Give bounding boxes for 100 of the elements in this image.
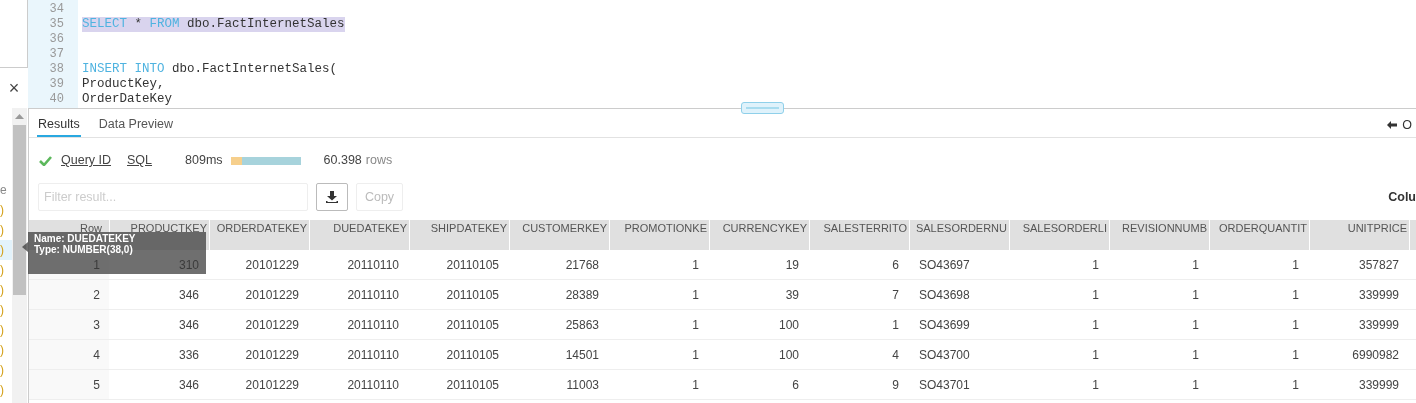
table-cell-text: 20110105 xyxy=(445,376,500,394)
column-header[interactable]: REVISIONNUMB xyxy=(1109,220,1209,250)
close-button[interactable]: × xyxy=(8,79,20,97)
table-cell-text: 11003 xyxy=(565,376,600,394)
table-cell-text: 4 xyxy=(891,346,900,364)
table-cell-text: 6 xyxy=(891,256,900,274)
row-number: 5 xyxy=(29,370,109,399)
column-header[interactable]: PROMOTIONKE xyxy=(609,220,709,250)
scrollbar[interactable] xyxy=(12,108,27,403)
table-cell-text: SO43699 xyxy=(918,316,971,334)
check-icon xyxy=(39,155,52,166)
row-number: 3 xyxy=(29,310,109,339)
column-header[interactable]: ORDERQUANTIT xyxy=(1209,220,1309,250)
download-button[interactable] xyxy=(316,183,348,211)
table-cell-text: 20110110 xyxy=(346,376,400,394)
table-cell-text: 1 xyxy=(1291,286,1300,304)
table-cell-text: 336 xyxy=(177,346,200,364)
table-cell-text: SO43701 xyxy=(918,376,971,394)
table-cell-text: 1 xyxy=(1091,346,1100,364)
table-cell-text: 1 xyxy=(691,316,700,334)
table-cell-text: 1 xyxy=(1091,316,1100,334)
table-cell-text: 1 xyxy=(1191,346,1200,364)
table-cell-text: 20110105 xyxy=(445,346,500,364)
table-cell-text: 6 xyxy=(791,376,800,394)
table-cell-text: 20110110 xyxy=(346,286,400,304)
table-cell-text: 357827 xyxy=(1357,256,1400,274)
table-cell-text: 20101229 xyxy=(244,346,300,364)
table-cell-text: 21768 xyxy=(564,256,600,274)
columns-label[interactable]: Colu xyxy=(1388,188,1416,207)
results-tab[interactable]: Data Preview xyxy=(97,113,175,137)
column-header[interactable]: UNITPRICE xyxy=(1309,220,1409,250)
table-cell-text: 1 xyxy=(891,316,900,334)
table-cell-text: 339999 xyxy=(1357,316,1400,334)
column-header[interactable]: DUEDATEKEY xyxy=(309,220,409,250)
table-cell-text: 339999 xyxy=(1357,376,1400,394)
table-cell-text: 346 xyxy=(177,286,200,304)
table-cell-text: 1 xyxy=(1291,346,1300,364)
table-cell-text: 1 xyxy=(1191,286,1200,304)
table-cell-text: 19 xyxy=(784,256,800,274)
table-cell-text: SO43700 xyxy=(918,346,971,364)
column-header[interactable]: SHIPDATEKEY xyxy=(409,220,509,250)
table-cell-text: 20110105 xyxy=(445,286,500,304)
line-number: 39 xyxy=(49,77,64,92)
table-cell-text: 1 xyxy=(1091,256,1100,274)
row-count: 60.398 xyxy=(323,152,362,170)
column-header[interactable]: SALESORDERNU xyxy=(909,220,1009,250)
table-cell-text: 6990982 xyxy=(1351,346,1400,364)
table-cell-text: 28389 xyxy=(564,286,600,304)
table-cell-text: 1 xyxy=(1091,286,1100,304)
line-number: 38 xyxy=(49,62,64,77)
table-cell-text: 1 xyxy=(691,286,700,304)
panel-item[interactable]: e xyxy=(0,180,12,200)
code-line: INSERT INTO dbo.FactInternetSales( xyxy=(82,62,338,77)
table-cell-text: 20110110 xyxy=(346,316,400,334)
column-header[interactable]: CURRENCYKEY xyxy=(709,220,809,250)
resize-handle[interactable] xyxy=(741,102,784,114)
table-cell-text: 100 xyxy=(777,346,800,364)
table-cell-text: 20101229 xyxy=(244,256,300,274)
row-number: 2 xyxy=(29,280,109,309)
sql-link[interactable]: SQL xyxy=(127,151,153,170)
query-id-link[interactable]: Query ID xyxy=(61,151,111,170)
table-cell-text: SO43697 xyxy=(918,256,971,274)
row-number: 4 xyxy=(29,340,109,369)
line-number: 34 xyxy=(49,2,64,17)
scroll-up-icon[interactable] xyxy=(15,113,24,119)
duration: 809ms xyxy=(185,152,223,170)
table-cell-text: 7 xyxy=(891,286,900,304)
code-line: ProductKey, xyxy=(82,77,165,92)
results-tab[interactable]: Results xyxy=(37,113,81,137)
table-cell-text: 1 xyxy=(1291,256,1300,274)
column-header[interactable]: SALESORDERLI xyxy=(1009,220,1109,250)
table-cell-text: 1 xyxy=(1191,256,1200,274)
table-cell-text: 39 xyxy=(784,286,800,304)
column-header[interactable]: SALESTERRITO xyxy=(809,220,909,250)
table-cell-text: 1 xyxy=(691,376,700,394)
arrow-left-icon[interactable] xyxy=(1387,121,1398,129)
action-label[interactable]: O xyxy=(1402,115,1412,135)
line-number: 37 xyxy=(49,47,64,62)
table-cell-text: 20110105 xyxy=(445,256,500,274)
column-header[interactable]: ORDERDATEKEY xyxy=(209,220,309,250)
scrollbar-thumb[interactable] xyxy=(13,125,26,295)
rows-label: rows xyxy=(365,152,393,170)
table-cell-text: 20101229 xyxy=(244,286,300,304)
column-header[interactable]: CUSTOMERKEY xyxy=(509,220,609,250)
table-cell-text: SO43698 xyxy=(918,286,971,304)
table-cell-text: 20110110 xyxy=(346,256,400,274)
table-cell-text: 1 xyxy=(1291,316,1300,334)
line-number: 36 xyxy=(49,32,64,47)
table-cell-text: 1 xyxy=(691,256,700,274)
line-number: 40 xyxy=(49,92,64,107)
download-icon xyxy=(326,191,338,203)
table-cell-text: 1 xyxy=(1291,376,1300,394)
table-cell-text: 20101229 xyxy=(244,376,300,394)
code-line: OrderDateKey xyxy=(82,92,172,107)
code-line: SELECT * FROM dbo.FactInternetSales xyxy=(82,17,345,32)
table-cell-text: 20110110 xyxy=(346,346,400,364)
table-cell-text: 346 xyxy=(177,316,200,334)
table-cell-text: 9 xyxy=(891,376,900,394)
column-header[interactable] xyxy=(1409,220,1416,250)
table-cell-text: 25863 xyxy=(564,316,600,334)
